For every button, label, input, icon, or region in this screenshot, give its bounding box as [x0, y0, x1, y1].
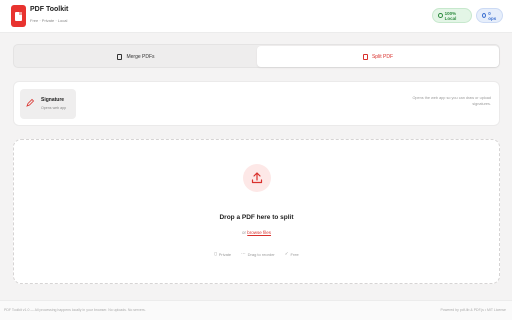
- local-badge: 100% Local: [432, 8, 472, 23]
- tool-card: Signature Opens web app Opens the web ap…: [13, 81, 500, 126]
- check-icon: ✓: [284, 251, 289, 256]
- tool-description: Opens the web app so you can draw or upl…: [412, 96, 491, 106]
- pdf-dropzone[interactable]: Drop a PDF here to split or browse files…: [13, 139, 500, 284]
- feature-label: Drag to reorder: [247, 251, 275, 257]
- feature-private: ▯ Private: [214, 251, 231, 257]
- shield-icon: [438, 13, 443, 18]
- feature-label: Private: [218, 251, 232, 257]
- tool-tabs: Merge PDFs Split PDF: [13, 44, 500, 68]
- signature-hint: Opens web app: [41, 106, 67, 110]
- signature-label: Signature: [41, 97, 65, 103]
- footer-credits: Powered by pdf-lib & PDF.js • MIT Licens…: [440, 308, 506, 312]
- ops-counter-label: 0 ops: [488, 10, 497, 21]
- app-title: PDF Toolkit: [30, 6, 69, 13]
- app-subtitle: Free · Private · Local: [30, 18, 68, 23]
- ops-counter-badge: 0 ops: [476, 8, 503, 23]
- or-text: or: [241, 230, 246, 235]
- footer-privacy-note: PDF Toolkit v1.0 — All processing happen…: [4, 308, 146, 312]
- merge-icon: [117, 53, 123, 60]
- signature-button[interactable]: Signature Opens web app: [20, 89, 76, 119]
- local-badge-label: 100% Local: [444, 10, 457, 21]
- browse-files-link[interactable]: browse files: [247, 230, 271, 235]
- upload-icon: [243, 164, 271, 192]
- dropzone-title: Drop a PDF here to split: [219, 214, 294, 221]
- activity-icon: [482, 13, 487, 18]
- lock-icon: ▯: [214, 251, 217, 256]
- tab-split-pdf[interactable]: Split PDF: [257, 46, 499, 67]
- feature-drag: ⋯ Drag to reorder: [241, 251, 275, 257]
- tab-merge-pdfs[interactable]: Merge PDFs: [15, 46, 257, 67]
- drag-icon: ⋯: [241, 251, 246, 256]
- tab-merge-label: Merge PDFs: [126, 53, 155, 60]
- pdf-logo-icon: [11, 5, 26, 27]
- app-header: PDF Toolkit Free · Private · Local 100% …: [0, 0, 512, 33]
- tab-split-label: Split PDF: [371, 53, 394, 60]
- feature-list: ▯ Private ⋯ Drag to reorder ✓ Free: [14, 251, 499, 257]
- app-footer: PDF Toolkit v1.0 — All processing happen…: [0, 300, 512, 320]
- split-icon: [362, 53, 368, 60]
- feature-free: ✓ Free: [285, 251, 299, 257]
- dropzone-browse-line: or browse files: [14, 230, 499, 235]
- feature-label: Free: [290, 251, 299, 257]
- pen-icon: [26, 98, 35, 107]
